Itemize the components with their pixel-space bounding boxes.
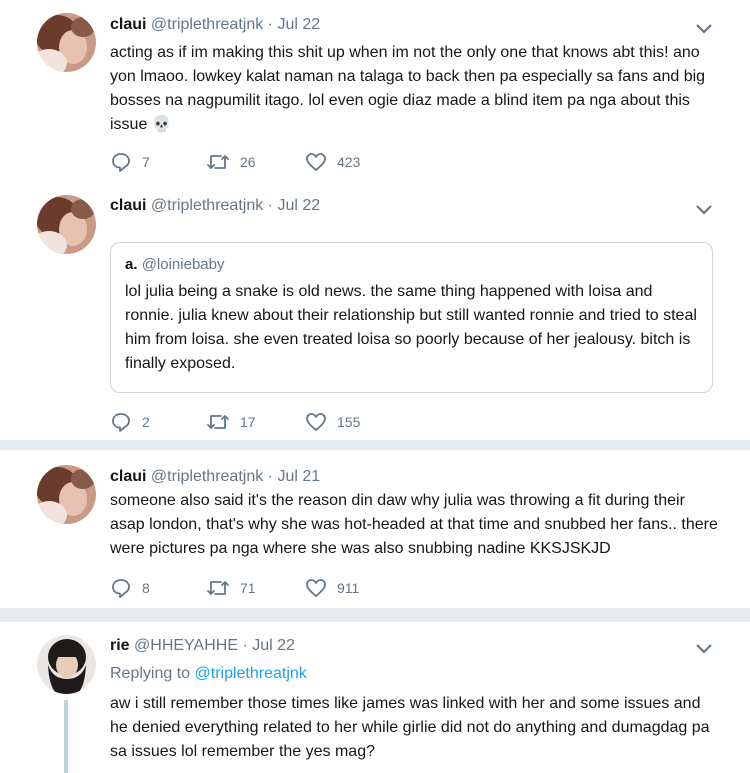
timestamp[interactable]: · Jul 22 <box>268 16 320 33</box>
replying-to-label: Replying to <box>110 665 191 682</box>
tweet-text: aw i still remember those times like jam… <box>110 695 710 760</box>
quoted-display-name: a. <box>125 256 138 273</box>
retweet-button[interactable]: 71 <box>206 576 256 600</box>
tweet-1[interactable]: claui @triplethreatjnk · Jul 22 acting a… <box>0 0 750 190</box>
quoted-user-handle: @loiniebaby <box>141 256 225 273</box>
tweet-header: claui @triplethreatjnk · Jul 22 <box>110 197 320 215</box>
retweet-count: 26 <box>240 154 256 170</box>
quoted-tweet-text: lol julia being a snake is old news. the… <box>125 283 697 372</box>
tweet-divider <box>0 608 750 622</box>
reply-icon <box>110 411 132 433</box>
tweet-4[interactable]: rie @HHEYAHHE · Jul 22 Replying to @trip… <box>0 622 750 773</box>
display-name[interactable]: claui <box>110 468 146 485</box>
like-button[interactable]: 155 <box>305 410 360 434</box>
retweet-icon <box>206 151 230 173</box>
avatar[interactable] <box>37 635 96 694</box>
chevron-down-icon[interactable] <box>694 203 714 217</box>
retweet-button[interactable]: 26 <box>206 150 256 174</box>
user-handle[interactable]: @triplethreatjnk <box>151 468 263 485</box>
user-handle[interactable]: @HHEYAHHE <box>134 637 238 654</box>
tweet-2[interactable]: claui @triplethreatjnk · Jul 22 a. @loin… <box>0 190 750 440</box>
heart-icon <box>305 411 327 433</box>
avatar[interactable] <box>37 13 96 72</box>
retweet-count: 17 <box>240 414 256 430</box>
replying-to: Replying to @triplethreatjnk <box>110 665 307 683</box>
reply-count: 2 <box>142 414 150 430</box>
tweet-header: claui @triplethreatjnk · Jul 22 <box>110 16 320 34</box>
tweet-actions: 8 71 911 <box>110 576 410 600</box>
tweet-text: someone also said it's the reason din da… <box>110 492 718 557</box>
like-count: 423 <box>337 154 361 170</box>
like-button[interactable]: 423 <box>305 150 360 174</box>
chevron-down-icon[interactable] <box>694 642 714 656</box>
retweet-icon <box>206 411 230 433</box>
replying-to-handle[interactable]: @triplethreatjnk <box>195 665 307 682</box>
user-handle[interactable]: @triplethreatjnk <box>151 197 263 214</box>
retweet-icon <box>206 577 230 599</box>
reply-count: 7 <box>142 154 150 170</box>
avatar[interactable] <box>37 195 96 254</box>
reply-icon <box>110 151 132 173</box>
reply-icon <box>110 577 132 599</box>
quoted-tweet-header: a. @loiniebaby <box>125 256 698 273</box>
tweet-text: acting as if im making this shit up when… <box>110 44 706 133</box>
reply-button[interactable]: 2 <box>110 410 150 434</box>
like-button[interactable]: 911 <box>305 576 359 600</box>
reply-count: 8 <box>142 580 150 596</box>
reply-button[interactable]: 8 <box>110 576 150 600</box>
retweet-count: 71 <box>240 580 256 596</box>
quoted-tweet[interactable]: a. @loiniebaby lol julia being a snake i… <box>110 242 713 393</box>
display-name[interactable]: claui <box>110 16 146 33</box>
timestamp[interactable]: · Jul 22 <box>242 637 294 654</box>
tweet-header: rie @HHEYAHHE · Jul 22 <box>110 637 295 655</box>
user-handle[interactable]: @triplethreatjnk <box>151 16 263 33</box>
retweet-button[interactable]: 17 <box>206 410 256 434</box>
heart-icon <box>305 151 327 173</box>
reply-button[interactable]: 7 <box>110 150 150 174</box>
avatar[interactable] <box>37 465 96 524</box>
chevron-down-icon[interactable] <box>694 22 714 36</box>
timestamp[interactable]: · Jul 21 <box>268 468 320 485</box>
tweet-header: claui @triplethreatjnk · Jul 21 <box>110 468 320 486</box>
tweet-actions: 2 17 155 <box>110 410 410 434</box>
like-count: 911 <box>337 580 360 596</box>
display-name[interactable]: rie <box>110 637 130 654</box>
like-count: 155 <box>337 414 361 430</box>
heart-icon <box>305 577 327 599</box>
tweet-actions: 7 26 423 <box>110 150 410 174</box>
timestamp[interactable]: · Jul 22 <box>268 197 320 214</box>
tweet-3[interactable]: claui @triplethreatjnk · Jul 21 someone … <box>0 450 750 608</box>
tweet-divider <box>0 440 750 450</box>
display-name[interactable]: claui <box>110 197 146 214</box>
